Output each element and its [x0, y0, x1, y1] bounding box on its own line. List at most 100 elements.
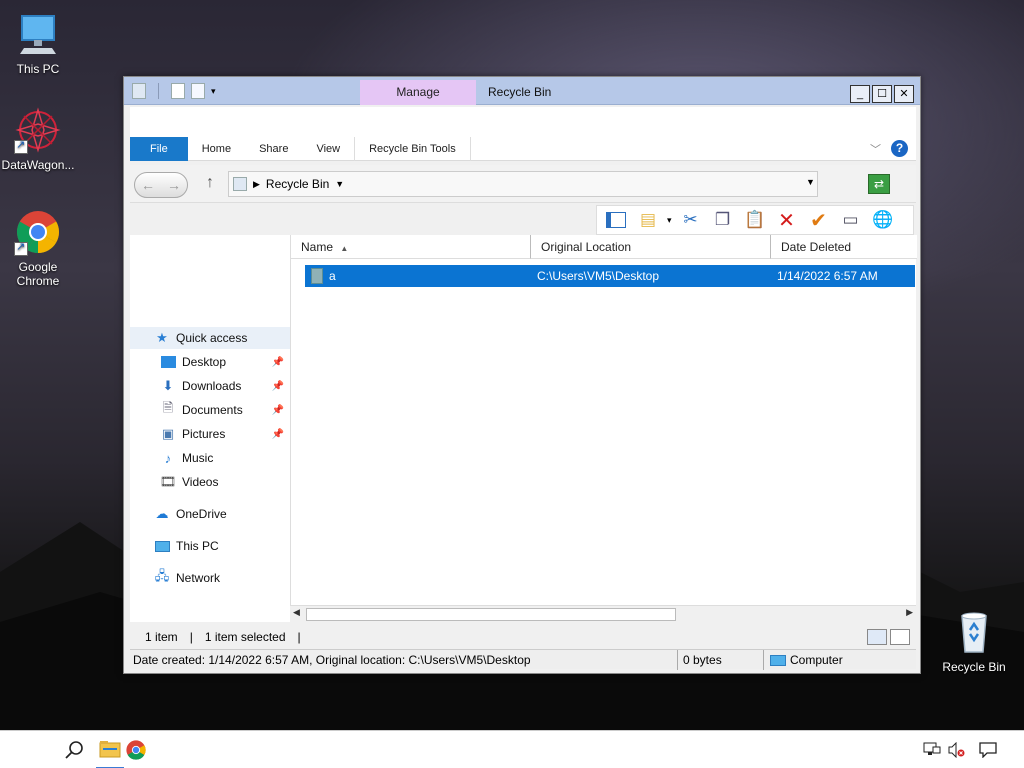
- pin-icon[interactable]: 📌: [272, 429, 284, 440]
- address-separator-chevron-icon[interactable]: ▶: [253, 179, 260, 190]
- computer-icon: [14, 10, 62, 58]
- properties-icon[interactable]: [171, 83, 185, 99]
- quick-access-toolbar: ▾: [132, 83, 216, 99]
- status-divider: |: [297, 630, 301, 644]
- delete-icon[interactable]: ✕: [774, 207, 800, 233]
- desktop-icon-this-pc[interactable]: This PC: [0, 10, 76, 76]
- path-dropdown-icon[interactable]: ▼: [335, 179, 344, 189]
- nav-item-videos[interactable]: 🎞 Videos: [130, 471, 290, 493]
- taskbar-google-chrome[interactable]: [122, 731, 150, 768]
- tab-recycle-bin-tools[interactable]: Recycle Bin Tools: [354, 136, 471, 161]
- refresh-icon: ⇄: [873, 177, 885, 191]
- restore-icon[interactable]: ✔: [806, 207, 832, 233]
- preview-pane-icon[interactable]: [603, 207, 629, 233]
- paste-icon[interactable]: 📋: [742, 207, 768, 233]
- nav-quick-access[interactable]: ★ Quick access: [130, 327, 290, 349]
- address-history-dropdown-icon[interactable]: ▼: [806, 177, 815, 187]
- details-view-icon[interactable]: [867, 629, 887, 645]
- nav-network[interactable]: 🖧 Network: [130, 567, 290, 589]
- ribbon-right-controls: ﹀ ?: [870, 140, 908, 157]
- nav-item-downloads[interactable]: ⬇ Downloads 📌: [130, 375, 290, 397]
- search-button[interactable]: [56, 731, 92, 768]
- status-bar: 1 item | 1 item selected |: [130, 625, 916, 649]
- desktop-folder-icon: [160, 354, 176, 370]
- network-status-icon[interactable]: [920, 731, 944, 768]
- music-note-icon: ♪: [164, 450, 172, 466]
- large-icons-view-icon[interactable]: [890, 629, 910, 645]
- address-path[interactable]: Recycle Bin: [266, 177, 329, 191]
- pin-icon[interactable]: 📌: [272, 381, 284, 392]
- nav-item-pictures[interactable]: ▣ Pictures 📌: [130, 423, 290, 445]
- up-arrow-icon[interactable]: ↑: [206, 174, 214, 192]
- nav-item-documents[interactable]: 🗎 Documents 📌: [130, 399, 290, 421]
- forward-arrow-icon[interactable]: →: [167, 177, 181, 193]
- folder-icon: [99, 741, 121, 758]
- taskbar-file-explorer[interactable]: [96, 731, 124, 768]
- tab-home[interactable]: Home: [188, 137, 245, 161]
- desktop-icon-recycle-bin[interactable]: Recycle Bin: [936, 608, 1012, 674]
- details-status-bar: Date created: 1/14/2022 6:57 AM, Origina…: [130, 649, 916, 670]
- navigation-pane: ★ Quick access Desktop 📌 ⬇ Downloads 📌 🗎…: [130, 235, 290, 622]
- rename-icon[interactable]: ▭: [838, 207, 864, 233]
- pin-icon[interactable]: 📌: [272, 405, 284, 416]
- nav-item-desktop[interactable]: Desktop 📌: [130, 351, 290, 373]
- document-icon: 🗎: [162, 400, 174, 415]
- new-folder-icon[interactable]: [191, 83, 205, 99]
- action-center-notification-icon[interactable]: [976, 731, 1000, 768]
- status-zone: Computer: [766, 650, 906, 670]
- help-icon[interactable]: ?: [891, 140, 908, 157]
- properties-globe-icon[interactable]: 🌐: [870, 207, 896, 233]
- column-header-date-deleted[interactable]: Date Deleted: [771, 235, 917, 259]
- copy-icon[interactable]: ❐: [710, 207, 736, 233]
- window-controls: _ ☐ ✕: [850, 85, 914, 103]
- volume-muted-icon[interactable]: [944, 731, 968, 768]
- column-header-original-location[interactable]: Original Location: [531, 235, 771, 259]
- address-box[interactable]: ▶ Recycle Bin ▼: [228, 171, 818, 197]
- scroll-left-arrow-icon[interactable]: ◀: [293, 607, 300, 618]
- recycle-bin-icon: [950, 608, 998, 656]
- desktop-icon-datawagon[interactable]: DataWagon...: [0, 106, 76, 172]
- table-row[interactable]: a C:\Users\VM5\Desktop 1/14/2022 6:57 AM: [305, 265, 915, 287]
- back-arrow-icon[interactable]: ←: [141, 177, 155, 193]
- manage-tab[interactable]: Manage: [360, 80, 476, 105]
- nav-this-pc[interactable]: This PC: [130, 535, 290, 557]
- pictures-icon: ▣: [161, 426, 175, 441]
- cut-icon[interactable]: ✂: [678, 207, 704, 233]
- maximize-icon: ☐: [877, 87, 887, 100]
- toolbar-separator: [158, 83, 159, 99]
- search-icon: [65, 741, 83, 759]
- horizontal-scrollbar[interactable]: ◀ ▶: [290, 605, 916, 622]
- status-size: 0 bytes: [680, 650, 764, 670]
- scrollbar-thumb[interactable]: [306, 608, 676, 621]
- desktop-icon-google-chrome[interactable]: Google Chrome: [0, 208, 76, 288]
- customize-toolbar-dropdown-icon[interactable]: ▾: [211, 86, 216, 97]
- command-toolbar: ▤ ▾ ✂ ❐ 📋 ✕ ✔ ▭ 🌐: [596, 205, 914, 235]
- tab-view[interactable]: View: [302, 137, 354, 161]
- maximize-button[interactable]: ☐: [872, 85, 892, 103]
- explorer-window: ▾ Manage Recycle Bin _ ☐ ✕ File Home Sha…: [123, 76, 921, 674]
- column-header-name[interactable]: Name ▲: [291, 235, 531, 259]
- expand-ribbon-chevron-icon[interactable]: ﹀: [870, 141, 881, 157]
- title-bar[interactable]: ▾ Manage Recycle Bin _ ☐ ✕: [124, 77, 920, 105]
- computer-icon: [770, 655, 786, 667]
- start-button[interactable]: [6, 731, 46, 768]
- address-bar-row: ← → ↑ ▶ Recycle Bin ▼ ▼ ⇄: [130, 165, 916, 203]
- tab-share[interactable]: Share: [245, 137, 302, 161]
- tab-file[interactable]: File: [130, 136, 188, 161]
- close-button[interactable]: ✕: [894, 85, 914, 103]
- download-arrow-icon: ⬇: [162, 378, 174, 393]
- nav-item-music[interactable]: ♪ Music: [130, 447, 290, 469]
- nav-onedrive[interactable]: ☁ OneDrive: [130, 503, 290, 525]
- refresh-button[interactable]: ⇄: [868, 174, 890, 194]
- cloud-icon: ☁: [155, 506, 169, 521]
- status-divider: |: [189, 630, 193, 644]
- pin-icon[interactable]: 📌: [272, 357, 284, 368]
- back-forward-buttons: ← →: [134, 172, 188, 198]
- minimize-button[interactable]: _: [850, 85, 870, 103]
- view-dropdown-icon[interactable]: ▾: [667, 215, 672, 226]
- view-layout-icon[interactable]: ▤: [635, 207, 661, 233]
- status-selected-count: 1 item selected: [204, 630, 286, 644]
- scroll-right-arrow-icon[interactable]: ▶: [906, 607, 913, 618]
- ribbon-tabs: File Home Share View Recycle Bin Tools ﹀…: [130, 136, 916, 161]
- datawagon-logo-icon: [14, 106, 62, 154]
